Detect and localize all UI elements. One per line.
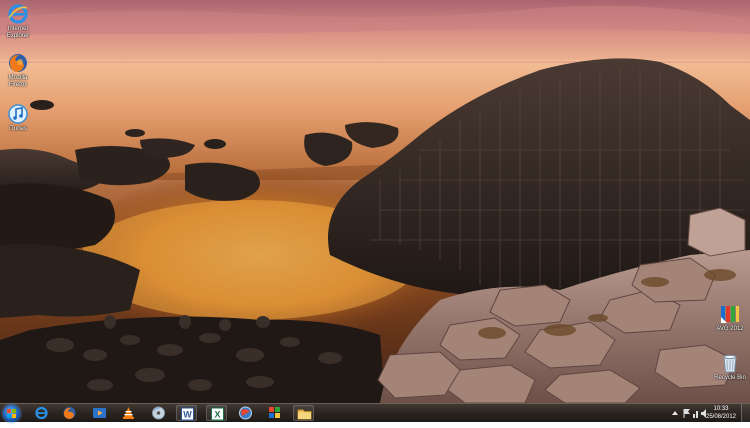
desktop-icon-label: AVG 2012 (716, 326, 744, 332)
ie-icon (7, 3, 29, 25)
firefox-icon (63, 407, 76, 419)
disc-icon (152, 406, 165, 420)
taskbar-button-dvd-maker[interactable] (148, 405, 169, 421)
desktop-icon-label: Internet Explorer (6, 26, 30, 39)
desktop-icon-itunes[interactable]: iTunes (0, 103, 36, 133)
taskbar-button-media-player[interactable] (89, 405, 110, 421)
desktop-icon-mozilla-firefox[interactable]: Mozilla Firefox (0, 52, 36, 89)
action-center-flag-icon[interactable] (683, 409, 690, 418)
folder-icon (297, 409, 312, 420)
desktop-icon-recycle-bin[interactable]: Recycle Bin (712, 352, 748, 382)
windows-logo-icon (7, 409, 16, 418)
clock-date: 25/08/2012 (705, 414, 737, 420)
clock[interactable]: 10:33 25/08/2012 (704, 405, 738, 421)
vlc-icon (123, 407, 134, 419)
desktop-icon-label: Recycle Bin (714, 375, 746, 381)
taskbar-button-explorer[interactable] (293, 405, 314, 421)
desktop[interactable]: Internet Explorer Mozilla Firefox iTunes… (0, 0, 750, 403)
avg-icon (719, 303, 741, 325)
system-tray (668, 404, 708, 423)
tiles-icon (269, 407, 280, 418)
desktop-icon-avg-2012[interactable]: AVG 2012 (712, 303, 748, 333)
taskbar-button-internet-explorer[interactable] (31, 405, 52, 421)
svg-text:X: X (214, 410, 220, 420)
taskbar-button-vlc[interactable] (118, 405, 139, 421)
network-icon[interactable] (693, 411, 698, 418)
excel-icon: X (211, 407, 224, 421)
recycle-bin-icon (719, 352, 741, 374)
taskbar: W X 10:33 25/08/2012 (0, 403, 750, 423)
show-hidden-icons-icon[interactable] (672, 411, 678, 415)
wallpaper-image (0, 0, 750, 403)
desktop-icon-label: iTunes (9, 126, 27, 132)
clock-time: 10:33 (713, 406, 729, 412)
show-desktop-button[interactable] (741, 404, 750, 423)
word-icon: W (181, 407, 194, 421)
taskbar-button-excel[interactable]: X (206, 405, 227, 421)
desktop-icon-internet-explorer[interactable]: Internet Explorer (0, 3, 36, 40)
itunes-icon (7, 103, 29, 125)
svg-text:W: W (183, 410, 192, 420)
taskbar-button-firefox[interactable] (59, 405, 80, 421)
taskbar-button-colorful-app[interactable] (264, 405, 285, 421)
media-player-icon (93, 408, 106, 418)
taskbar-button-word[interactable]: W (176, 405, 197, 421)
firefox-icon (7, 52, 29, 74)
start-button[interactable] (3, 405, 20, 422)
taskbar-button-app[interactable] (235, 405, 256, 421)
globe-icon (239, 406, 252, 420)
ie-icon (35, 406, 48, 420)
desktop-icon-label: Mozilla Firefox (8, 75, 28, 88)
